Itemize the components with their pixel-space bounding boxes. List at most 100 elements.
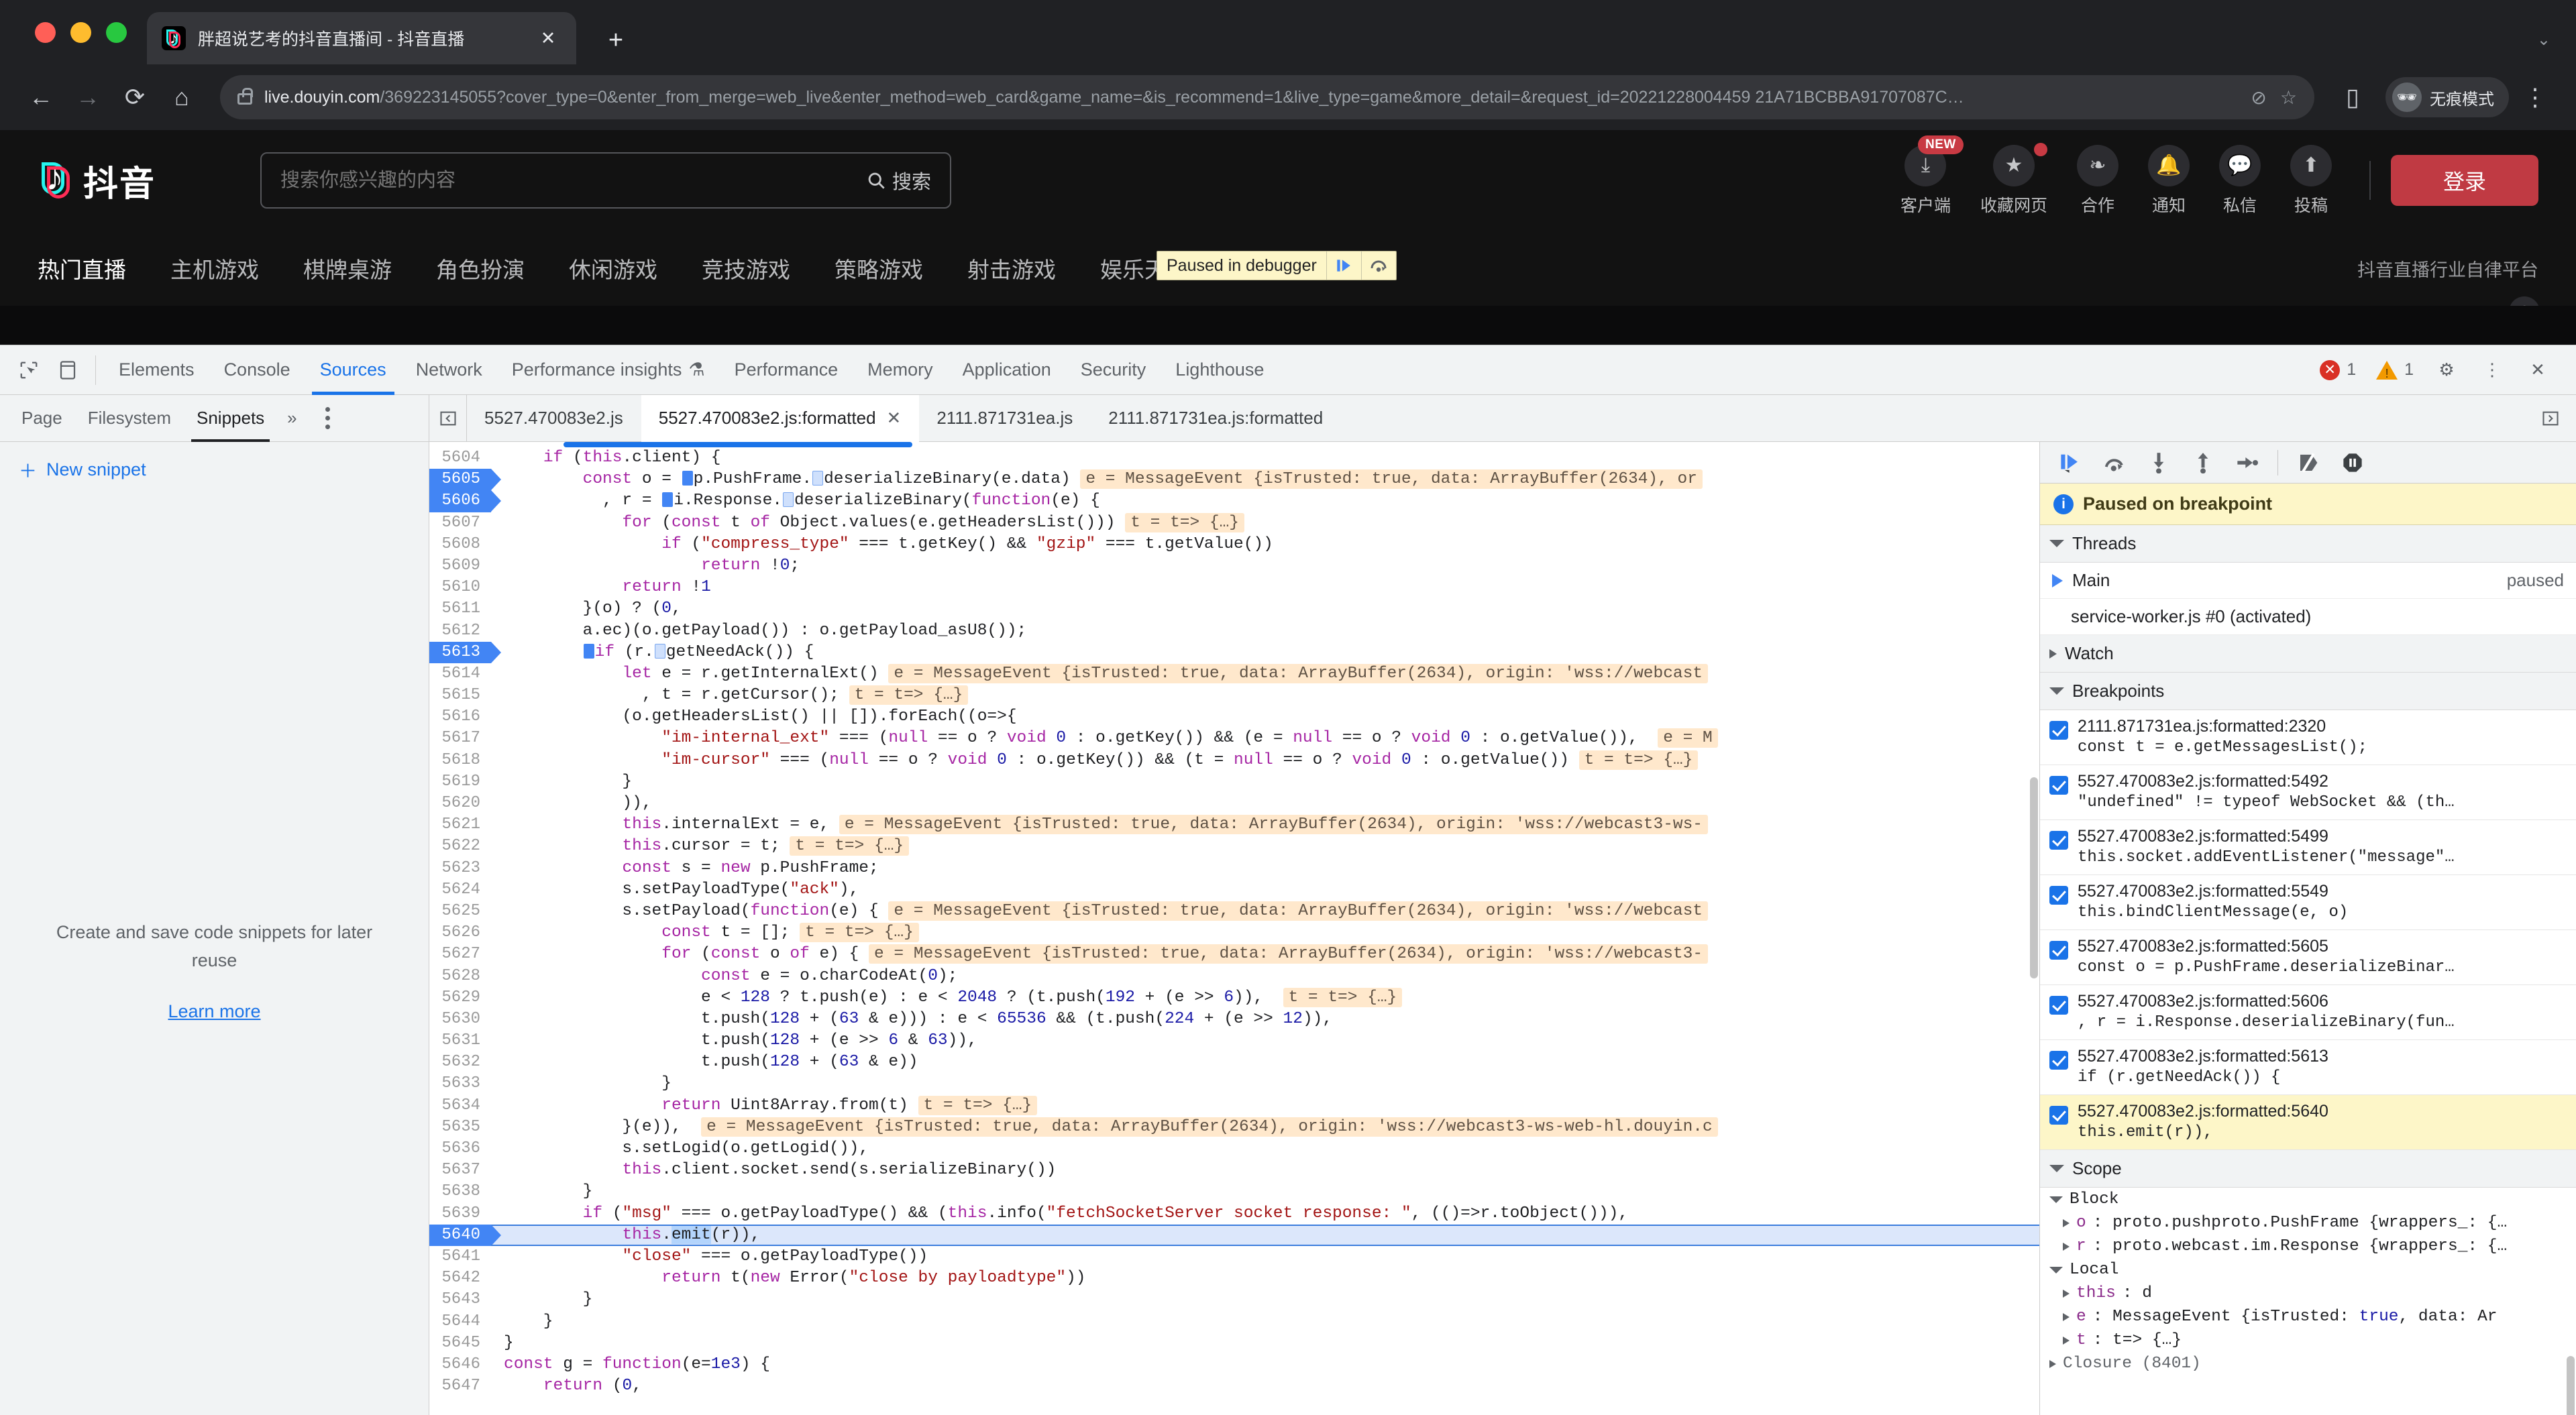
code-line-source[interactable]: }(o) ? (0, [492, 598, 682, 620]
code-line-5636[interactable]: 5636 s.setLogid(o.getLogid()), [429, 1138, 2039, 1160]
code-line-source[interactable]: return !1 [492, 577, 710, 598]
code-line-source[interactable]: for (const o of e) { e = MessageEvent {i… [492, 944, 1709, 965]
code-line-source[interactable]: if ("compress_type" === t.getKey() && "g… [492, 534, 1273, 555]
code-line-5642[interactable]: 5642 return t(new Error("close by payloa… [429, 1267, 2039, 1290]
breakpoint-checkbox[interactable] [2049, 941, 2068, 960]
breakpoint-item[interactable]: 5527.470083e2.js:formatted:5613 if (r.get… [2040, 1040, 2576, 1095]
code-line-5643[interactable]: 5643 } [429, 1289, 2039, 1311]
code-line-5647[interactable]: 5647 return (0, [429, 1375, 2039, 1398]
code-line-source[interactable]: return Uint8Array.from(t) t = t=> {…} [492, 1095, 1038, 1117]
tab-elements[interactable]: Elements [104, 345, 209, 395]
action-client[interactable]: ⤓ NEW 客户端 [1900, 135, 1964, 217]
code-line-5637[interactable]: 5637 this.client.socket.send(s.serialize… [429, 1159, 2039, 1182]
breakpoint-item[interactable]: 5527.470083e2.js:formatted:5492 "undefine… [2040, 765, 2576, 820]
line-number-gutter[interactable]: 5609 [429, 555, 491, 577]
nav-item-strategy-games[interactable]: 策略游戏 [835, 252, 923, 284]
bookmark-star-icon[interactable]: ☆ [2280, 87, 2297, 109]
nav-tab-filesystem[interactable]: Filesystem [77, 395, 182, 442]
minimize-window-button[interactable] [70, 21, 91, 43]
line-number-gutter[interactable]: 5611 [429, 598, 491, 620]
code-line-source[interactable]: t.push(128 + (63 & e)) [492, 1052, 918, 1073]
line-number-gutter[interactable]: 5619 [429, 771, 491, 793]
search-button[interactable]: 搜索 [867, 166, 931, 194]
code-line-5628[interactable]: 5628 const e = o.charCodeAt(0); [429, 965, 2039, 987]
editor-vertical-scrollbar[interactable] [2030, 777, 2038, 978]
close-tab-button[interactable]: ✕ [535, 28, 561, 49]
incognito-profile-button[interactable]: 🕶 无痕模式 [2385, 77, 2509, 117]
code-line-5613[interactable]: 5613 if (r. getNeedAck()) { [429, 641, 2039, 663]
line-number-gutter[interactable]: 5632 [429, 1052, 491, 1074]
code-line-source[interactable]: }(e)), e = MessageEvent {isTrusted: true… [492, 1117, 1718, 1138]
nav-tab-page[interactable]: Page [11, 395, 73, 442]
code-line-5646[interactable]: 5646 const g = function(e=1e3) { [429, 1353, 2039, 1376]
new-snippet-button[interactable]: ＋ New snippet [0, 442, 429, 498]
code-line-5609[interactable]: 5609 return !0; [429, 555, 2039, 577]
code-line-5616[interactable]: 5616 (o.getHeadersList() || []).forEach(… [429, 706, 2039, 728]
line-number-gutter[interactable]: 5620 [429, 793, 491, 815]
scope-variable-r[interactable]: r: proto.webcast.im.Response {wrappers_:… [2040, 1235, 2576, 1258]
pause-on-exceptions-button[interactable] [2332, 445, 2373, 481]
tab-security[interactable]: Security [1066, 345, 1161, 395]
action-upload[interactable]: ⬆ 投稿 [2290, 144, 2332, 217]
code-line-source[interactable]: if ("msg" === o.getPayloadType() && (thi… [492, 1203, 1648, 1225]
code-line-5629[interactable]: 5629 e < 128 ? t.push(e) : e < 2048 ? (t… [429, 986, 2039, 1009]
action-notification[interactable]: 🔔 通知 [2148, 144, 2190, 217]
scope-variable-this[interactable]: this: d [2040, 1282, 2576, 1305]
code-line-source[interactable]: for (const t of Object.values(e.getHeade… [492, 512, 1245, 534]
code-line-source[interactable]: this.emit(r)), [492, 1225, 760, 1246]
nav-item-competitive-games[interactable]: 竞技游戏 [702, 252, 790, 284]
tab-network[interactable]: Network [401, 345, 497, 395]
breakpoint-checkbox[interactable] [2049, 886, 2068, 905]
snippets-learn-more-link[interactable]: Learn more [168, 1001, 260, 1022]
chrome-menu-icon[interactable]: ⋮ [2514, 76, 2556, 118]
line-number-gutter[interactable]: 5608 [429, 533, 491, 555]
code-line-5607[interactable]: 5607 for (const t of Object.values(e.get… [429, 512, 2039, 534]
line-number-gutter[interactable]: 5607 [429, 512, 491, 534]
watch-section-header[interactable]: Watch [2040, 635, 2576, 673]
code-line-5630[interactable]: 5630 t.push(128 + (63 & e))) : e < 65536… [429, 1008, 2039, 1031]
line-number-gutter[interactable]: 5625 [429, 900, 491, 923]
code-line-5621[interactable]: 5621 this.internalExt = e, e = MessageEv… [429, 814, 2039, 836]
search-input[interactable] [280, 169, 867, 192]
code-line-5638[interactable]: 5638 } [429, 1181, 2039, 1203]
code-line-5617[interactable]: 5617 "im-internal_ext" === (null == o ? … [429, 728, 2039, 750]
nav-item-shooter-games[interactable]: 射击游戏 [967, 252, 1056, 284]
scope-variable-e[interactable]: e: MessageEvent {isTrusted: true, data: … [2040, 1305, 2576, 1328]
code-line-source[interactable]: const s = new p.PushFrame; [492, 858, 878, 879]
settings-gear-icon[interactable]: ⚙ [2427, 351, 2466, 390]
breakpoint-item[interactable]: 2111.871731ea.js:formatted:2320 const t =… [2040, 710, 2576, 765]
code-line-5614[interactable]: 5614 let e = r.getInternalExt() e = Mess… [429, 663, 2039, 685]
line-number-gutter[interactable]: 5624 [429, 879, 491, 901]
scope-group-local[interactable]: Local [2040, 1258, 2576, 1282]
scope-variable-t[interactable]: t: t=> {…} [2040, 1328, 2576, 1352]
line-number-gutter[interactable]: 5610 [429, 577, 491, 599]
breakpoint-checkbox[interactable] [2049, 1106, 2068, 1125]
breakpoint-item[interactable]: 5527.470083e2.js:formatted:5640 this.emit… [2040, 1095, 2576, 1150]
code-line-5604[interactable]: 5604 if (this.client) { [429, 447, 2039, 469]
code-line-source[interactable]: let e = r.getInternalExt() e = MessageEv… [492, 663, 1709, 685]
tab-sources[interactable]: Sources [305, 345, 401, 395]
step-out-button[interactable] [2182, 445, 2224, 481]
code-line-source[interactable]: e < 128 ? t.push(e) : e < 2048 ? (t.push… [492, 987, 1403, 1009]
code-line-5627[interactable]: 5627 for (const o of e) { e = MessageEve… [429, 944, 2039, 966]
collapse-sidebar-icon[interactable] [429, 394, 467, 442]
code-line-5606[interactable]: 5606 , r = i.Response. deserializeBinary(… [429, 490, 2039, 512]
tab-console[interactable]: Console [209, 345, 305, 395]
code-line-5645[interactable]: 5645} [429, 1332, 2039, 1354]
line-number-gutter[interactable]: 5637 [429, 1159, 491, 1182]
code-lines-container[interactable]: 5604 if (this.client) {5605 const o = p.… [429, 447, 2039, 1415]
code-line-source[interactable]: } [492, 1073, 672, 1094]
media-blocked-icon[interactable]: ⊘ [2251, 87, 2266, 109]
code-line-source[interactable]: "im-cursor" === (null == o ? void 0 : o.… [492, 750, 1699, 771]
close-window-button[interactable] [35, 21, 56, 43]
login-button[interactable]: 登录 [2391, 155, 2538, 206]
tab-performance-insights[interactable]: Performance insights ⚗ [497, 345, 720, 395]
line-number-gutter[interactable]: 5628 [429, 965, 491, 987]
code-line-5618[interactable]: 5618 "im-cursor" === (null == o ? void 0… [429, 749, 2039, 771]
overlay-resume-button[interactable] [1326, 251, 1361, 280]
scope-group-closure[interactable]: Closure (8401) [2040, 1352, 2576, 1375]
breakpoint-item[interactable]: 5527.470083e2.js:formatted:5605 const o =… [2040, 930, 2576, 985]
thread-row-main[interactable]: Main paused [2040, 563, 2576, 599]
code-line-source[interactable]: this.internalExt = e, e = MessageEvent {… [492, 814, 1709, 836]
line-number-gutter[interactable]: 5627 [429, 944, 491, 966]
